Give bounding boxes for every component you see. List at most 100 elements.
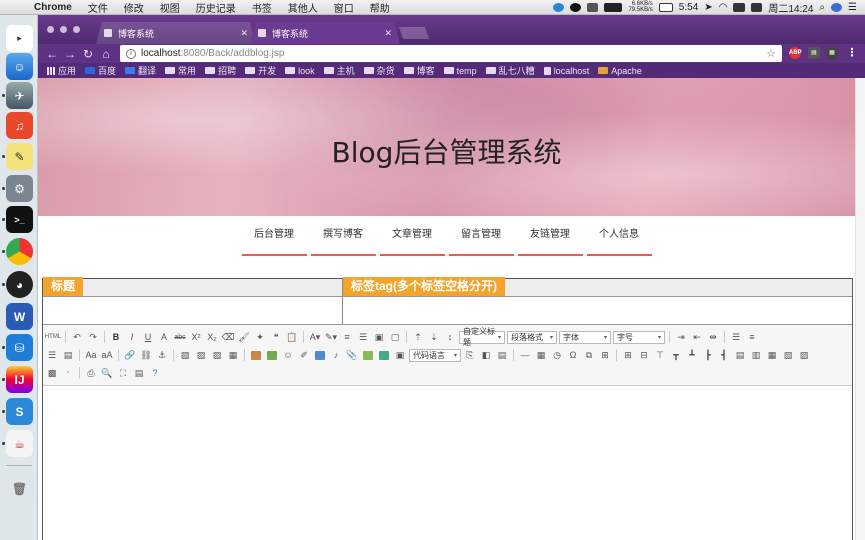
page-break-icon[interactable]: ⎘	[463, 349, 477, 362]
dock-netease-music-icon[interactable]: ♫	[6, 112, 33, 139]
indent-icon[interactable]: ⇹	[706, 331, 720, 344]
insert-image-icon[interactable]	[265, 349, 279, 362]
home-icon[interactable]: ⌂	[97, 47, 115, 61]
paragraph-format-select[interactable]: 段落格式 ▾	[507, 330, 557, 344]
attachment-icon[interactable]: 📎	[345, 349, 359, 362]
bookmark-star-icon[interactable]: ☆	[766, 47, 776, 60]
subscript-icon[interactable]: X₂	[205, 331, 219, 344]
page-scrollbar[interactable]	[855, 78, 865, 540]
title-input[interactable]	[43, 297, 342, 325]
dock-word-icon[interactable]: W	[6, 303, 33, 330]
menu-history[interactable]: 历史记录	[188, 0, 244, 15]
dock-notes-icon[interactable]: ✎	[6, 143, 33, 170]
format-brush-icon[interactable]: 🖌	[237, 331, 251, 344]
cpu-graph-icon[interactable]	[604, 2, 623, 12]
simple-upload-icon[interactable]	[249, 349, 263, 362]
delete-col-icon[interactable]: ┫	[717, 349, 731, 362]
insert-frame-icon[interactable]: ▣	[393, 349, 407, 362]
nav-item-articles[interactable]: 文章管理	[379, 228, 445, 256]
blockquote-icon[interactable]: ❝	[269, 331, 283, 344]
nav-item-profile[interactable]: 个人信息	[586, 228, 652, 256]
bookmark-apache[interactable]: Apache	[598, 66, 642, 76]
bookmark-baidu[interactable]: 百度	[85, 64, 116, 77]
dock-trash-icon[interactable]: 🗑	[6, 475, 33, 502]
align-right-icon[interactable]: ☰	[45, 349, 59, 362]
airplay-icon[interactable]	[733, 2, 746, 12]
nav-item-write-blog[interactable]: 撰写博客	[310, 228, 376, 256]
insert-paragraph-before-table-icon[interactable]: ⊤	[653, 349, 667, 362]
dock-terminal-preview-icon[interactable]: ▸	[6, 25, 33, 52]
split-rows-icon[interactable]: ▨	[797, 349, 811, 362]
menu-bookmarks[interactable]: 书签	[244, 0, 280, 15]
minimize-window-button[interactable]	[60, 26, 67, 33]
auto-format-icon[interactable]: ✦	[253, 331, 267, 344]
address-bar[interactable]: i localhost:8080/Back/addblog.jsp ☆	[120, 45, 782, 62]
image-right-icon[interactable]: ▨	[210, 349, 224, 362]
undo-icon[interactable]: ↶	[70, 331, 84, 344]
bookmark-folder[interactable]: 乱七八糟	[485, 64, 535, 77]
scrawl-icon[interactable]: ✐	[297, 349, 311, 362]
extension-icon[interactable]: ▦	[826, 47, 838, 59]
bookmark-folder[interactable]: 博客	[403, 64, 435, 77]
cloud-icon[interactable]	[553, 2, 565, 12]
tags-input[interactable]	[343, 297, 852, 325]
menu-edit[interactable]: 修改	[116, 0, 152, 15]
map-icon[interactable]	[361, 349, 375, 362]
fullscreen-icon[interactable]: ⛶	[116, 367, 130, 380]
music-icon[interactable]: ♪	[329, 349, 343, 362]
bookmark-folder[interactable]: 杂货	[363, 64, 395, 77]
delete-row-icon[interactable]: ┻	[685, 349, 699, 362]
insert-table-icon[interactable]: ⊞	[621, 349, 635, 362]
font-border-icon[interactable]: A	[157, 331, 171, 344]
bookmark-folder[interactable]: 常用	[165, 64, 196, 77]
font-size-select[interactable]: 字号 ▾	[613, 330, 665, 344]
tab-close-icon[interactable]: ✕	[384, 28, 392, 39]
strikethrough-icon[interactable]: abc	[173, 331, 187, 344]
bookmark-folder[interactable]: 主机	[323, 64, 355, 77]
clock[interactable]: 周二14:24	[768, 0, 813, 15]
nav-item-admin[interactable]: 后台管理	[241, 228, 307, 256]
dock-finder-icon[interactable]: ☺	[6, 53, 33, 80]
redo-icon[interactable]: ↷	[86, 331, 100, 344]
dock-sublime-icon[interactable]: S	[6, 398, 33, 425]
bookmark-translate[interactable]: 翻译	[125, 64, 156, 77]
print-icon[interactable]: ⎙	[84, 367, 98, 380]
tab-2[interactable]: 博客系统 ✕	[250, 22, 400, 44]
time-icon[interactable]: ◷	[550, 349, 564, 362]
bookmark-apps[interactable]: 应用	[47, 64, 76, 77]
new-tab-button[interactable]	[398, 27, 430, 39]
eraser-icon[interactable]: ⌫	[221, 331, 235, 344]
ltr-icon[interactable]: ⇥	[674, 331, 688, 344]
editor-content-area[interactable]	[43, 386, 852, 540]
paste-plain-icon[interactable]: 📋	[285, 331, 299, 344]
select-all-icon[interactable]: ▣	[372, 331, 386, 344]
custom-title-select[interactable]: 自定义标题 ▾	[459, 327, 505, 347]
preview-icon[interactable]: 🔍	[100, 367, 114, 380]
menu-view[interactable]: 视图	[152, 0, 188, 15]
menu-file[interactable]: 文件	[80, 0, 116, 15]
adblock-icon[interactable]: ABP	[789, 47, 802, 59]
dock-java-icon[interactable]: ☕	[6, 430, 33, 457]
date-icon[interactable]: ▦	[534, 349, 548, 362]
align-center-icon[interactable]: ≡	[745, 331, 759, 344]
menu-window[interactable]: 窗口	[326, 0, 362, 15]
dock-terminal-icon[interactable]: >_	[6, 206, 33, 233]
merge-right-icon[interactable]: ▥	[749, 349, 763, 362]
drafts-icon[interactable]: ▤	[132, 367, 146, 380]
dock-qq-icon[interactable]: ◕	[6, 271, 33, 298]
horizontal-rule-icon[interactable]: —	[518, 349, 532, 362]
wifi-icon[interactable]: ◠	[719, 2, 728, 13]
notification-center-icon[interactable]: ☰	[848, 2, 857, 13]
reload-icon[interactable]: ↻	[79, 47, 97, 61]
help-icon[interactable]: ?	[148, 367, 162, 380]
link-icon[interactable]: 🔗	[123, 349, 137, 362]
display-icon[interactable]	[587, 2, 599, 12]
bookmark-folder[interactable]: 招聘	[205, 64, 236, 77]
bookmark-folder[interactable]: 开发	[245, 64, 276, 77]
nav-item-links[interactable]: 友链管理	[517, 228, 583, 256]
search-replace-icon[interactable]: ⊞	[598, 349, 612, 362]
dock-intellij-icon[interactable]: IJ	[6, 366, 33, 393]
dock-chrome-icon[interactable]	[6, 238, 33, 265]
gmap-icon[interactable]	[377, 349, 391, 362]
siri-icon[interactable]	[831, 2, 843, 12]
